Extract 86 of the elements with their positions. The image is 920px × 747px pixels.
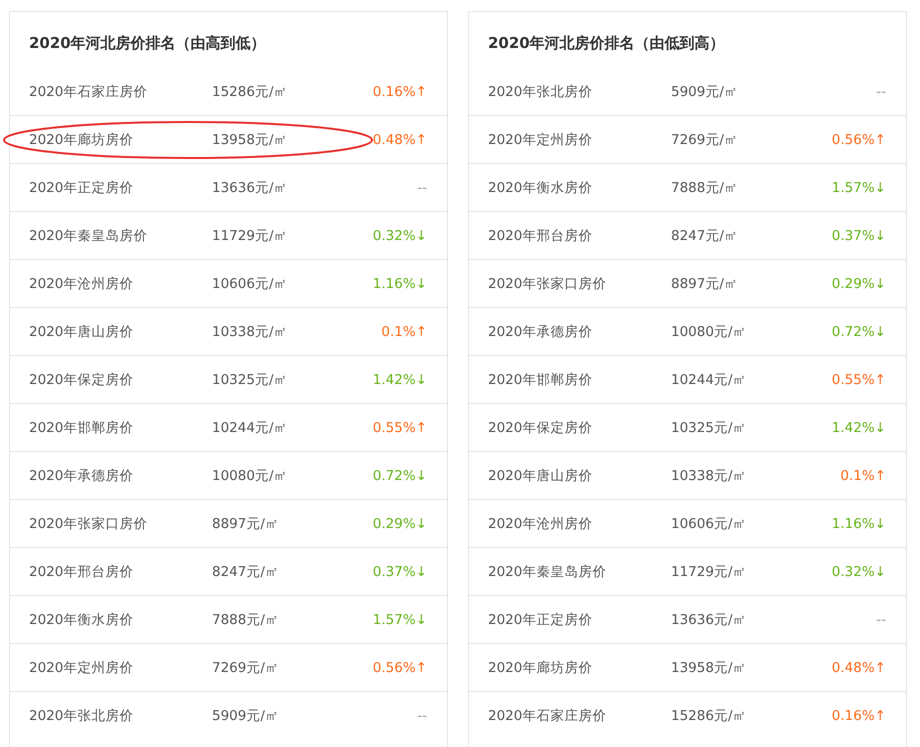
change-value: -- xyxy=(417,180,427,196)
price-value: 13636元/㎡ xyxy=(212,178,288,196)
change-value: 1.42%↓ xyxy=(372,372,427,388)
change-value: 0.72%↓ xyxy=(372,468,427,484)
city-name: 2020年秦皇岛房价 xyxy=(29,226,148,244)
change-value: 0.29%↓ xyxy=(832,276,886,292)
city-name: 2020年张家口房价 xyxy=(29,514,148,532)
price-value: 7888元/㎡ xyxy=(671,178,739,196)
price-value: 10244元/㎡ xyxy=(212,418,288,436)
city-name: 2020年定州房价 xyxy=(488,130,594,148)
price-value: 15286元/㎡ xyxy=(212,82,288,100)
price-value: 13636元/㎡ xyxy=(671,610,748,628)
city-name: 2020年秦皇岛房价 xyxy=(488,562,608,580)
city-name: 2020年沧州房价 xyxy=(488,514,594,532)
city-name: 2020年正定房价 xyxy=(29,178,134,196)
city-name: 2020年唐山房价 xyxy=(488,466,594,484)
price-value: 11729元/㎡ xyxy=(671,562,748,580)
price-value: 13958元/㎡ xyxy=(671,658,748,676)
change-value: 0.32%↓ xyxy=(372,228,427,244)
panel-title: 2020年河北房价排名（由低到高） xyxy=(487,33,726,54)
city-name: 2020年张北房价 xyxy=(488,82,594,100)
change-value: 0.55%↑ xyxy=(832,372,886,388)
change-value: 0.56%↑ xyxy=(832,132,886,148)
city-name: 2020年承德房价 xyxy=(29,466,134,484)
city-name: 2020年石家庄房价 xyxy=(488,706,608,724)
city-name: 2020年衡水房价 xyxy=(29,610,134,628)
price-value: 10338元/㎡ xyxy=(671,466,748,484)
price-value: 7888元/㎡ xyxy=(212,610,280,628)
change-value: 0.29%↓ xyxy=(372,516,427,532)
city-name: 2020年邢台房价 xyxy=(488,226,594,244)
change-value: 0.48%↑ xyxy=(832,660,886,676)
city-name: 2020年张家口房价 xyxy=(488,274,608,292)
price-value: 11729元/㎡ xyxy=(212,226,288,244)
price-value: 8897元/㎡ xyxy=(212,514,280,532)
city-name: 2020年定州房价 xyxy=(29,658,134,676)
price-value: 10080元/㎡ xyxy=(212,466,288,484)
change-value: -- xyxy=(417,708,427,724)
city-name: 2020年廊坊房价 xyxy=(488,658,594,676)
change-value: 1.16%↓ xyxy=(832,516,886,532)
change-value: 1.57%↓ xyxy=(372,612,427,628)
change-value: 0.72%↓ xyxy=(832,324,886,340)
change-value: 0.56%↑ xyxy=(372,660,427,676)
city-name: 2020年廊坊房价 xyxy=(29,130,134,148)
city-name: 2020年唐山房价 xyxy=(29,322,134,340)
price-value: 10244元/㎡ xyxy=(671,370,748,388)
price-value: 5909元/㎡ xyxy=(212,706,280,724)
change-value: 0.1%↑ xyxy=(381,324,427,340)
change-value: 0.55%↑ xyxy=(372,420,427,436)
city-name: 2020年邯郸房价 xyxy=(29,418,134,436)
city-name: 2020年保定房价 xyxy=(29,370,134,388)
city-name: 2020年邯郸房价 xyxy=(488,370,594,388)
price-value: 10325元/㎡ xyxy=(212,370,288,388)
price-value: 15286元/㎡ xyxy=(671,706,748,724)
price-value: 10606元/㎡ xyxy=(671,514,748,532)
change-value: 0.1%↑ xyxy=(840,468,886,484)
change-value: 1.42%↓ xyxy=(832,420,886,436)
change-value: 0.37%↓ xyxy=(372,564,427,580)
change-value: 0.32%↓ xyxy=(832,564,886,580)
city-name: 2020年沧州房价 xyxy=(29,274,134,292)
price-value: 8247元/㎡ xyxy=(671,226,739,244)
change-value: 0.48%↑ xyxy=(372,132,427,148)
price-value: 10325元/㎡ xyxy=(671,418,748,436)
panel-title: 2020年河北房价排名（由高到低） xyxy=(28,33,267,54)
price-value: 5909元/㎡ xyxy=(671,82,739,100)
city-name: 2020年正定房价 xyxy=(488,610,594,628)
price-value: 8897元/㎡ xyxy=(671,274,739,292)
city-name: 2020年石家庄房价 xyxy=(29,82,148,100)
change-value: 0.16%↑ xyxy=(832,708,886,724)
price-value: 10338元/㎡ xyxy=(212,322,288,340)
change-value: 1.57%↓ xyxy=(832,180,886,196)
price-value: 8247元/㎡ xyxy=(212,562,280,580)
price-value: 7269元/㎡ xyxy=(212,658,280,676)
change-value: 0.16%↑ xyxy=(372,84,427,100)
change-value: -- xyxy=(876,612,886,628)
city-name: 2020年承德房价 xyxy=(488,322,594,340)
city-name: 2020年衡水房价 xyxy=(488,178,594,196)
price-value: 10080元/㎡ xyxy=(671,322,748,340)
change-value: 1.16%↓ xyxy=(372,276,427,292)
city-name: 2020年张北房价 xyxy=(29,706,134,724)
price-value: 10606元/㎡ xyxy=(212,274,288,292)
price-value: 7269元/㎡ xyxy=(671,130,739,148)
change-value: -- xyxy=(876,84,886,100)
city-name: 2020年邢台房价 xyxy=(29,562,134,580)
change-value: 0.37%↓ xyxy=(832,228,886,244)
city-name: 2020年保定房价 xyxy=(488,418,594,436)
price-value: 13958元/㎡ xyxy=(212,130,288,148)
